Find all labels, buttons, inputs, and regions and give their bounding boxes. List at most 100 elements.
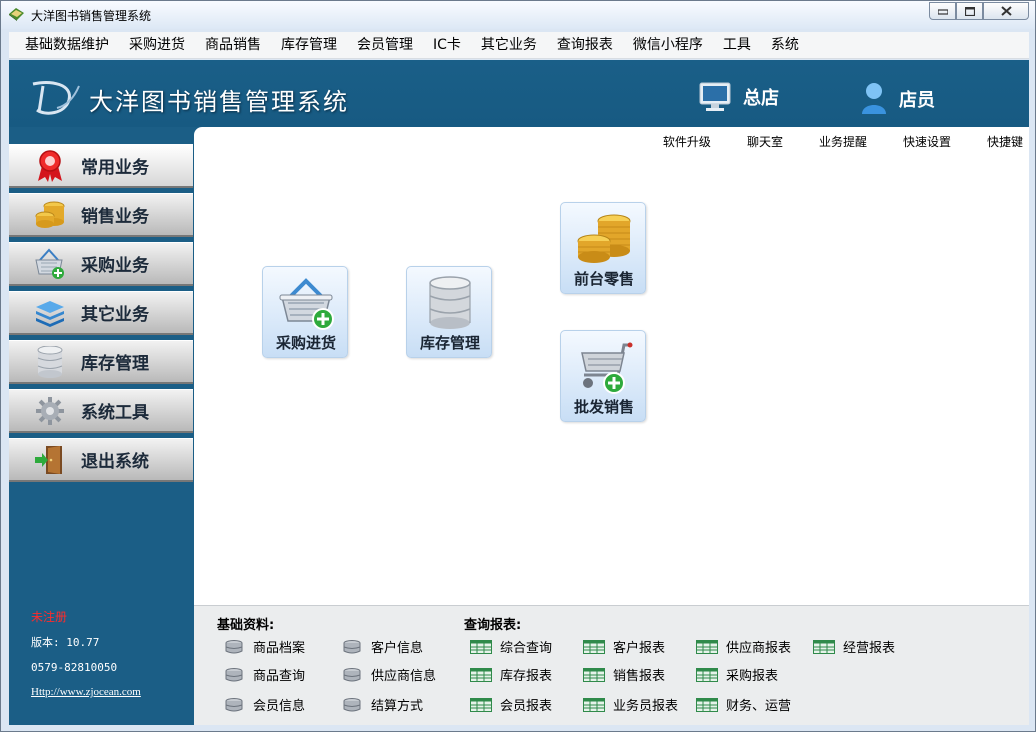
basket-icon — [33, 247, 67, 281]
menu-basic-data[interactable]: 基础数据维护 — [9, 32, 119, 59]
link-supplier-report[interactable]: 供应商报表 — [696, 637, 791, 656]
tile-retail[interactable]: 前台零售 — [560, 202, 646, 294]
link-inventory-report[interactable]: 库存报表 — [470, 665, 552, 684]
tile-wholesale[interactable]: 批发销售 — [560, 330, 646, 422]
database-icon — [343, 667, 361, 681]
menu-wechat[interactable]: 微信小程序 — [623, 32, 713, 59]
top-links: 软件升级 聊天室 业务提醒 快速设置 快捷键 — [663, 133, 1029, 150]
link-label: 结算方式 — [371, 699, 424, 714]
exit-door-icon — [33, 443, 67, 477]
database-icon — [33, 345, 67, 379]
tile-label: 库存管理 — [419, 334, 480, 352]
table-report-icon — [583, 639, 605, 654]
link-customer-info[interactable]: 客户信息 — [341, 637, 423, 656]
link-label: 业务员报表 — [613, 699, 679, 714]
shopping-cart-icon — [581, 342, 633, 394]
registration-status[interactable]: 未注册 — [31, 605, 141, 630]
tile-label: 批发销售 — [573, 398, 634, 416]
link-supplier-info[interactable]: 供应商信息 — [341, 665, 436, 684]
link-label: 客户信息 — [371, 641, 424, 656]
gear-icon — [33, 394, 67, 428]
link-label: 会员信息 — [253, 699, 306, 714]
menu-members[interactable]: 会员管理 — [347, 32, 423, 59]
menu-other[interactable]: 其它业务 — [471, 32, 547, 59]
link-finance-operations[interactable]: 财务、运营 — [696, 695, 791, 714]
maximize-icon — [964, 6, 975, 16]
menu-purchase[interactable]: 采购进货 — [119, 32, 195, 59]
table-report-icon — [470, 639, 492, 654]
coins-icon — [33, 198, 67, 232]
sidebar-item-inventory[interactable]: 库存管理 — [9, 340, 193, 384]
table-report-icon — [470, 667, 492, 682]
link-product-archive[interactable]: 商品档案 — [223, 637, 305, 656]
sidebar-item-sales[interactable]: 销售业务 — [9, 193, 193, 237]
sidebar-item-label: 其它业务 — [81, 305, 149, 325]
close-icon — [1000, 6, 1012, 16]
link-member-info[interactable]: 会员信息 — [223, 695, 305, 714]
website-link[interactable]: Http://www.zjocean.com — [31, 680, 141, 705]
link-chatroom[interactable]: 聊天室 — [747, 133, 783, 150]
phone-text: 0579-82810050 — [31, 661, 118, 674]
database-icon — [343, 697, 361, 711]
user-indicator[interactable]: 店员 — [861, 82, 935, 114]
link-label: 客户报表 — [613, 641, 666, 656]
link-label: 销售报表 — [613, 669, 666, 684]
app-main: 大洋图书销售管理系统 总店 店员 常用业务 销售业务 采购业务 其它业务 库存管… — [9, 60, 1029, 725]
ribbon-icon — [33, 149, 67, 183]
link-label: 商品档案 — [253, 641, 306, 656]
minimize-button[interactable] — [929, 2, 956, 20]
link-label: 供应商信息 — [371, 669, 437, 684]
sidebar-item-tools[interactable]: 系统工具 — [9, 389, 193, 433]
table-report-icon — [583, 697, 605, 712]
software-info: 未注册 版本: 10.77 0579-82810050 Http://www.z… — [31, 605, 141, 705]
maximize-button[interactable] — [956, 2, 983, 20]
link-label: 库存报表 — [500, 669, 553, 684]
link-label: 商品查询 — [253, 669, 306, 684]
tile-inventory[interactable]: 库存管理 — [406, 266, 492, 358]
menu-tools[interactable]: 工具 — [713, 32, 761, 59]
sidebar-item-purchase[interactable]: 采购业务 — [9, 242, 193, 286]
menu-reports[interactable]: 查询报表 — [547, 32, 623, 59]
database-icon — [429, 276, 471, 329]
window-controls — [929, 2, 1029, 21]
link-member-report[interactable]: 会员报表 — [470, 695, 552, 714]
link-quick-settings[interactable]: 快速设置 — [903, 133, 951, 150]
menu-system[interactable]: 系统 — [761, 32, 809, 59]
sidebar-item-other[interactable]: 其它业务 — [9, 291, 193, 335]
tile-label: 采购进货 — [275, 334, 336, 352]
close-button[interactable] — [983, 2, 1029, 20]
link-salesperson-report[interactable]: 业务员报表 — [583, 695, 678, 714]
sidebar-item-label: 退出系统 — [81, 452, 149, 472]
link-shortcuts[interactable]: 快捷键 — [987, 133, 1023, 150]
link-label: 会员报表 — [500, 699, 553, 714]
link-purchase-report[interactable]: 采购报表 — [696, 665, 778, 684]
link-settlement-method[interactable]: 结算方式 — [341, 695, 423, 714]
menu-inventory[interactable]: 库存管理 — [271, 32, 347, 59]
link-product-query[interactable]: 商品查询 — [223, 665, 305, 684]
store-indicator[interactable]: 总店 — [699, 82, 779, 112]
link-label: 经营报表 — [843, 641, 896, 656]
database-icon — [225, 667, 243, 681]
title-bar: 大洋图书销售管理系统 — [1, 1, 1035, 29]
basket-icon — [279, 278, 334, 330]
link-sales-report[interactable]: 销售报表 — [583, 665, 665, 684]
store-label: 总店 — [743, 88, 779, 109]
menu-sales[interactable]: 商品销售 — [195, 32, 271, 59]
sidebar-item-label: 销售业务 — [81, 207, 149, 227]
link-customer-report[interactable]: 客户报表 — [583, 637, 665, 656]
reports-title: 查询报表: — [464, 618, 522, 633]
link-reminder[interactable]: 业务提醒 — [819, 133, 867, 150]
link-overall-query[interactable]: 综合查询 — [470, 637, 552, 656]
coins-icon — [577, 214, 631, 263]
sidebar-item-common[interactable]: 常用业务 — [9, 144, 193, 188]
basic-data-title: 基础资料: — [217, 618, 275, 633]
tile-purchase[interactable]: 采购进货 — [262, 266, 348, 358]
link-upgrade[interactable]: 软件升级 — [663, 133, 711, 150]
sidebar-item-exit[interactable]: 退出系统 — [9, 438, 193, 482]
d-logo-icon — [32, 81, 80, 115]
menu-ic-card[interactable]: IC卡 — [423, 32, 471, 59]
table-report-icon — [696, 639, 718, 654]
monitor-icon — [699, 82, 731, 111]
link-business-report[interactable]: 经营报表 — [813, 637, 895, 656]
link-label: 财务、运营 — [726, 699, 792, 714]
